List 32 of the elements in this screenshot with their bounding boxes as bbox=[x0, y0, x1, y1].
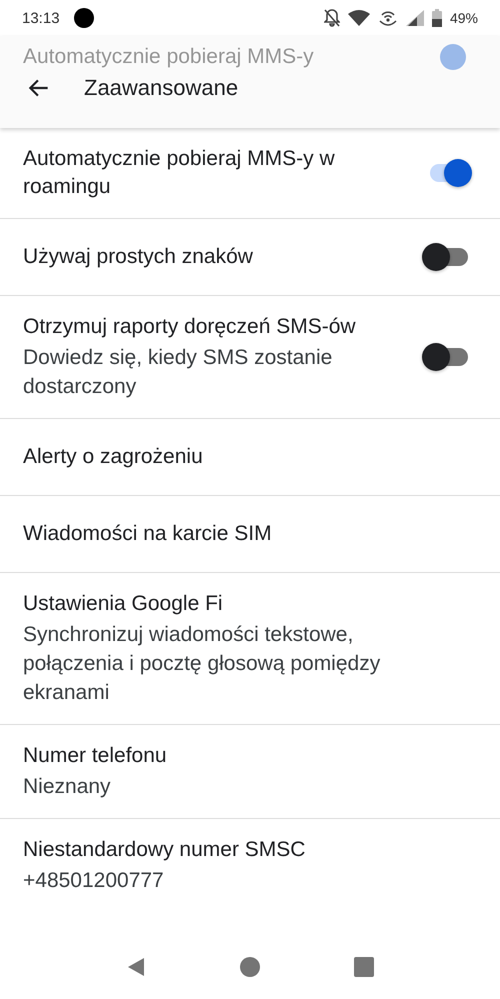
setting-title: Niestandardowy numer SMSC bbox=[23, 837, 306, 863]
battery-icon bbox=[432, 9, 442, 27]
setting-title: Alerty o zagrożeniu bbox=[23, 444, 204, 470]
setting-summary: Synchronizuj wiadomości tekstowe, połączenia i pocztę głosową pomiędzy ekranami bbox=[23, 622, 382, 706]
settings-item[interactable]: Otrzymuj raporty doręczeń SMS-ów Dowiedz się, kiedy SMS zostanie dostarczony bbox=[0, 296, 500, 419]
setting-summary: +48501200777 bbox=[23, 868, 165, 894]
setting-title: Używaj prostych znaków bbox=[23, 244, 254, 270]
back-nav-icon[interactable] bbox=[126, 957, 146, 977]
setting-summary: Nieznany bbox=[23, 774, 112, 800]
battery-percent: 49% bbox=[450, 10, 478, 26]
settings-item[interactable]: Automatycznie pobieraj MMS-y w roamingu bbox=[0, 128, 500, 219]
settings-item[interactable]: Alerty o zagrożeniu bbox=[0, 419, 500, 496]
signal-icon bbox=[406, 10, 424, 26]
setting-title: Ustawienia Google Fi bbox=[23, 591, 224, 617]
status-time: 13:13 bbox=[22, 10, 60, 26]
setting-title: Automatycznie pobieraj MMS-y w roamingu bbox=[23, 146, 336, 200]
setting-title: Numer telefonu bbox=[23, 743, 168, 769]
home-nav-icon[interactable] bbox=[240, 957, 260, 977]
settings-item[interactable]: Ustawienia Google Fi Synchronizuj wiadomości tekstowe, połączenia i pocztę głosową pomiędzy ekranami bbox=[0, 573, 500, 725]
bell-off-icon bbox=[324, 9, 340, 27]
wifi-icon bbox=[348, 10, 370, 26]
setting-title: Otrzymuj raporty doręczeń SMS-ów bbox=[23, 314, 357, 340]
page-title: Zaawansowane bbox=[84, 75, 238, 101]
settings-item[interactable]: Używaj prostych znaków bbox=[0, 219, 500, 296]
settings-item[interactable]: Wiadomości na karcie SIM bbox=[0, 496, 500, 573]
scrolled-setting-title: Automatycznie pobieraj MMS-y bbox=[23, 45, 314, 69]
hotspot-icon bbox=[378, 9, 398, 27]
setting-title: Wiadomości na karcie SIM bbox=[23, 521, 273, 547]
camera-cutout bbox=[74, 8, 94, 28]
settings-item[interactable]: Numer telefonu Nieznany bbox=[0, 725, 500, 819]
settings-item[interactable]: Niestandardowy numer SMSC +48501200777 bbox=[0, 819, 500, 912]
setting-summary: Dowiedz się, kiedy SMS zostanie dostarczony bbox=[23, 345, 334, 400]
